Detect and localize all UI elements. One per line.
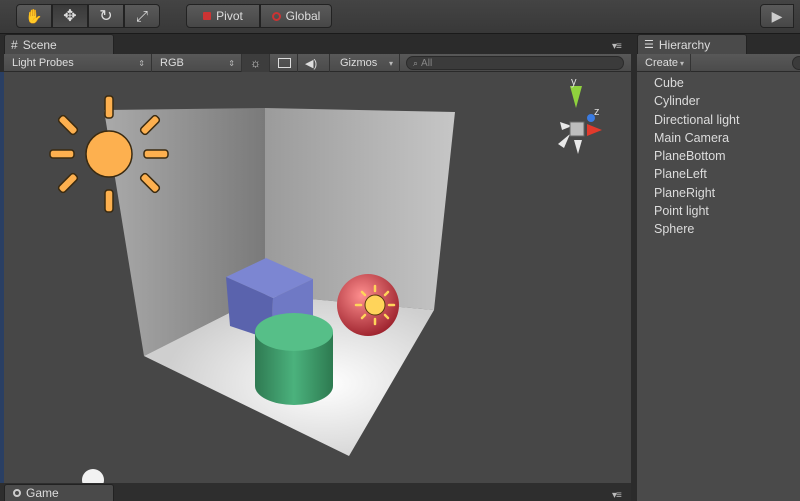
axis-z-label: z: [594, 106, 600, 118]
gizmos-dropdown[interactable]: Gizmos ▾: [332, 54, 400, 72]
pivot-icon: [203, 12, 212, 20]
hand-tool-button[interactable]: ✋: [16, 4, 52, 28]
scene-search-input[interactable]: ⌕ All: [406, 56, 624, 70]
scene-panel-menu-icon[interactable]: ▾≡: [612, 41, 622, 52]
game-controller-icon: [13, 489, 21, 497]
scene-viewport[interactable]: y z: [4, 72, 631, 483]
gizmos-label: Gizmos: [340, 57, 378, 69]
global-icon: [271, 11, 281, 21]
move-tool-button[interactable]: ✥: [52, 4, 88, 28]
tab-hierarchy[interactable]: ☰ Hierarchy: [637, 34, 747, 54]
image-icon: [278, 58, 291, 68]
left-edge-strip: [0, 72, 4, 483]
rotate-tool-button[interactable]: ↻: [88, 4, 124, 28]
hierarchy-tab-label: Hierarchy: [658, 37, 711, 52]
move-icon: ✥: [63, 8, 77, 25]
updown-arrow-icon: ⇕: [138, 58, 145, 68]
draw-mode-value: Light Probes: [12, 57, 74, 69]
speaker-icon: ◀): [305, 57, 318, 70]
point-light-icon[interactable]: [354, 284, 396, 326]
hierarchy-item-cube[interactable]: Cube: [637, 74, 800, 92]
scene-audio-toggle[interactable]: ◀): [298, 54, 330, 72]
scale-icon: ⤢: [135, 7, 148, 25]
tab-game[interactable]: Game: [4, 484, 114, 501]
search-icon: ⌕: [413, 57, 419, 68]
pivot-label: Pivot: [216, 9, 243, 23]
hierarchy-list: Cube Cylinder Directional light Main Cam…: [637, 72, 800, 501]
chevron-down-icon: ▾: [679, 58, 684, 68]
hierarchy-search-input[interactable]: [792, 56, 800, 70]
hierarchy-item-planeleft[interactable]: PlaneLeft: [637, 165, 800, 183]
cylinder-object[interactable]: [255, 313, 333, 405]
hierarchy-item-planebottom[interactable]: PlaneBottom: [637, 147, 800, 165]
hand-icon: ✋: [25, 7, 43, 24]
scale-tool-button[interactable]: ⤢: [124, 4, 160, 28]
light-probe-handle[interactable]: [82, 469, 104, 483]
hierarchy-item-directional-light[interactable]: Directional light: [637, 111, 800, 129]
global-toggle[interactable]: Global: [260, 4, 332, 28]
search-placeholder: All: [421, 57, 433, 69]
hierarchy-item-sphere[interactable]: Sphere: [637, 220, 800, 238]
main-toolbar: ✋ ✥ ↻ ⤢ Pivot Global ▶: [0, 0, 800, 34]
hierarchy-item-main-camera[interactable]: Main Camera: [637, 129, 800, 147]
tab-scene[interactable]: # Scene: [4, 34, 114, 54]
draw-mode-dropdown[interactable]: Light Probes ⇕: [4, 54, 152, 72]
scene-grid-icon: #: [11, 37, 18, 52]
scene-control-bar: Light Probes ⇕ RGB ⇕ ☼ ◀) Gizmos ▾ ⌕ All: [4, 54, 631, 72]
chevron-down-icon: ▾: [388, 58, 393, 68]
global-label: Global: [285, 9, 321, 23]
scene-image-toggle[interactable]: [270, 54, 298, 72]
hierarchy-list-icon: ☰: [644, 39, 654, 51]
create-label: Create: [645, 57, 679, 69]
render-mode-dropdown[interactable]: RGB ⇕: [152, 54, 242, 72]
hierarchy-item-point-light[interactable]: Point light: [637, 202, 800, 220]
play-icon: ▶: [771, 7, 783, 24]
scene-lighting-toggle[interactable]: ☼: [242, 54, 270, 72]
updown-arrow-icon: ⇕: [228, 58, 235, 68]
create-dropdown[interactable]: Create ▾: [637, 54, 691, 72]
sun-icon: ☼: [250, 56, 261, 70]
scene-tab-label: Scene: [22, 37, 57, 52]
render-mode-value: RGB: [160, 57, 184, 69]
orientation-gizmo[interactable]: y z: [558, 76, 602, 154]
rotate-icon: ↻: [99, 8, 113, 25]
game-panel-menu-icon[interactable]: ▾≡: [612, 490, 622, 501]
scene-render: y z: [49, 76, 602, 483]
pivot-toggle[interactable]: Pivot: [186, 4, 260, 28]
game-tab-label: Game: [26, 486, 59, 500]
hierarchy-item-planeright[interactable]: PlaneRight: [637, 184, 800, 202]
play-button[interactable]: ▶: [760, 4, 794, 28]
axis-y-label: y: [571, 76, 577, 88]
hierarchy-item-cylinder[interactable]: Cylinder: [637, 92, 800, 110]
hierarchy-control-bar: Create ▾: [637, 54, 800, 72]
